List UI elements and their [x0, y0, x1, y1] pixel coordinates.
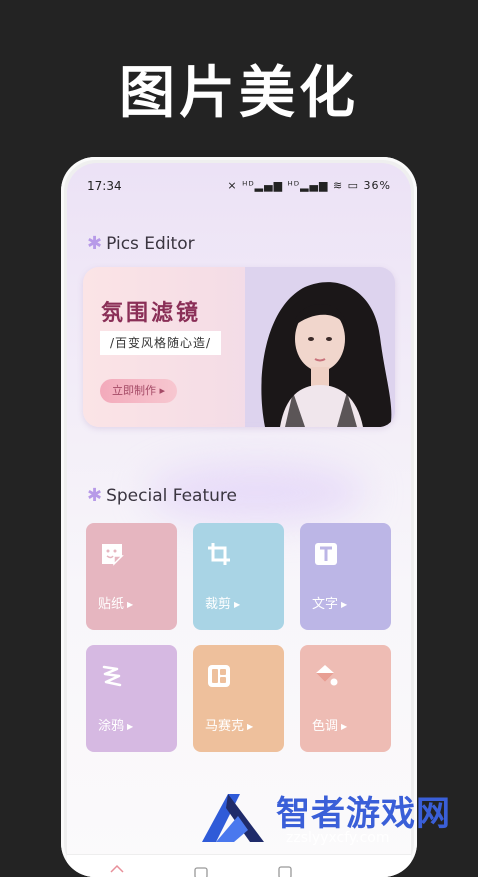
arrow-right-icon: ▶ [127, 722, 134, 731]
special-feature-title: ✱ Special Feature [87, 485, 237, 506]
watermark-text: 智者游戏网 [276, 794, 451, 834]
tile-crop-label: 裁剪 ▶ [205, 597, 241, 612]
tile-tone[interactable]: 色调 ▶ [300, 645, 391, 752]
app-title: ✱ Pics Editor [87, 233, 195, 254]
status-bar: 17:34 ⨯ ᴴᴰ▂▄▆ ᴴᴰ▂▄▆ ≋ ▭ 36% [67, 177, 411, 195]
sticker-icon [102, 544, 124, 566]
gallery-icon[interactable] [277, 863, 293, 877]
home-icon[interactable] [109, 863, 125, 877]
banner-subtitle: /百变风格随心造/ [100, 331, 222, 355]
tile-sticker-label: 贴纸 ▶ [98, 597, 134, 612]
app-screen: 17:34 ⨯ ᴴᴰ▂▄▆ ᴴᴰ▂▄▆ ≋ ▭ 36% ✱ Pics Editor… [67, 163, 411, 877]
tile-text-label: 文字 ▶ [312, 597, 348, 612]
arrow-right-icon: ▶ [234, 600, 241, 609]
mosaic-icon [208, 665, 230, 687]
tone-icon [316, 665, 338, 686]
bottom-nav [67, 854, 411, 877]
tile-sticker[interactable]: 贴纸 ▶ [86, 523, 177, 630]
tile-text[interactable]: 文字 ▶ [300, 523, 391, 630]
make-now-button[interactable]: 立即制作 ▸ [100, 379, 178, 403]
page-headline: 图片美化 [119, 61, 359, 126]
tile-doodle[interactable]: 涂鸦 ▶ [86, 645, 177, 752]
watermark-logo-icon [202, 794, 264, 842]
text-icon [315, 543, 337, 565]
arrow-right-icon: ▶ [341, 722, 348, 731]
crop-icon [208, 543, 230, 565]
asterisk-icon: ✱ [87, 485, 103, 506]
watermark-url: zzslyyxcfy.com [286, 830, 390, 846]
tile-tone-label: 色调 ▶ [312, 719, 348, 734]
arrow-right-icon: ▶ [341, 600, 348, 609]
tile-mosaic-label: 马赛克 ▶ [205, 719, 254, 734]
doodle-icon [102, 665, 122, 687]
filter-banner[interactable]: 氛围滤镜 /百变风格随心造/ 立即制作 ▸ [83, 267, 395, 427]
portrait-image [245, 267, 395, 427]
phone-mockup: 17:34 ⨯ ᴴᴰ▂▄▆ ᴴᴰ▂▄▆ ≋ ▭ 36% ✱ Pics Editor… [61, 157, 417, 877]
camera-icon[interactable] [193, 863, 209, 877]
status-icons: ⨯ ᴴᴰ▂▄▆ ᴴᴰ▂▄▆ ≋ ▭ 36% [227, 179, 391, 192]
arrow-right-icon: ▶ [247, 722, 254, 731]
asterisk-icon: ✱ [87, 233, 103, 254]
status-time: 17:34 [87, 179, 122, 193]
tile-doodle-label: 涂鸦 ▶ [98, 719, 134, 734]
site-watermark: 智者游戏网 zzslyyxcfy.com [198, 782, 478, 850]
tile-crop[interactable]: 裁剪 ▶ [193, 523, 284, 630]
arrow-right-icon: ▶ [127, 600, 134, 609]
special-feature-title-text: Special Feature [106, 486, 237, 506]
banner-title: 氛围滤镜 [101, 300, 202, 326]
tile-mosaic[interactable]: 马赛克 ▶ [193, 645, 284, 752]
app-title-text: Pics Editor [106, 234, 195, 254]
